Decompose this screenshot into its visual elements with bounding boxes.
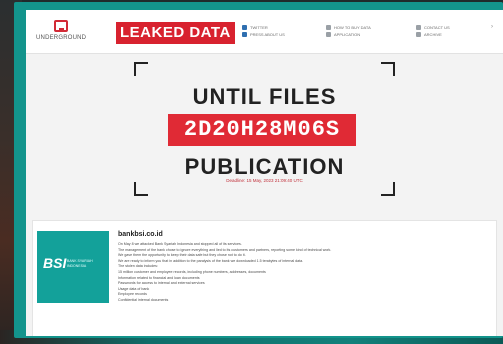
frame-corner-bottom-left [134,182,148,196]
site-header: UNDERGROUND LEAKED DATA TWITTER PRESS AB… [26,10,503,54]
until-files-heading: UNTIL FILES [192,84,337,109]
cart-icon [326,25,331,30]
document-icon [326,32,331,37]
chevron-right-icon[interactable]: › [491,24,493,31]
nav-group-2: HOW TO BUY DATA APPLICATION [326,24,371,38]
publication-heading: PUBLICATION [184,154,345,179]
mail-icon [416,25,421,30]
archive-icon [416,32,421,37]
frame-corner-top-right [381,62,395,76]
press-icon [242,32,247,37]
nav-label: HOW TO BUY DATA [334,25,371,30]
nav-label: PRESS ABOUT US [250,32,285,37]
victim-card[interactable]: BSI BANK SYARIAH INDONESIA bankbsi.co.id… [32,220,497,336]
nav-item-application[interactable]: APPLICATION [326,31,371,38]
victim-logo-subtext: BANK SYARIAH INDONESIA [67,259,93,268]
nav-label: CONTACT US [424,25,450,30]
nav-label: APPLICATION [334,32,361,37]
nav-group-1: TWITTER PRESS ABOUT US [242,24,285,38]
victim-logo: BSI BANK SYARIAH INDONESIA [37,231,109,303]
victim-domain-title[interactable]: bankbsi.co.id [118,231,163,238]
victim-logo-text: BSI [43,255,67,271]
logo-icon [54,20,68,32]
victim-description: On May 8 we attacked Bank Syariah Indone… [118,242,488,304]
nav-item-how-to-buy[interactable]: HOW TO BUY DATA [326,24,371,31]
logo-text: UNDERGROUND [36,35,86,41]
nav-label: ARCHIVE [424,32,442,37]
description-line: Confidential internal documents [118,297,169,302]
deadline-text: Deadline: 15 May, 2023 21:09:40 UTC [226,178,303,183]
frame-corner-bottom-right [381,182,395,196]
nav-label: TWITTER [250,25,268,30]
nav-item-press[interactable]: PRESS ABOUT US [242,31,285,38]
site-logo[interactable]: UNDERGROUND [36,20,86,46]
twitter-icon [242,25,247,30]
frame-corner-top-left [134,62,148,76]
nav-item-archive[interactable]: ARCHIVE [416,31,450,38]
browser-screen: UNDERGROUND LEAKED DATA TWITTER PRESS AB… [26,10,503,336]
nav-group-3: CONTACT US ARCHIVE [416,24,450,38]
logo-text-label: UNDERGROUND [36,35,87,41]
countdown-timer: 2D20H28M06S [168,114,356,146]
nav-item-contact[interactable]: CONTACT US [416,24,450,31]
nav-item-twitter[interactable]: TWITTER [242,24,285,31]
leaked-data-title[interactable]: LEAKED DATA [116,22,235,44]
